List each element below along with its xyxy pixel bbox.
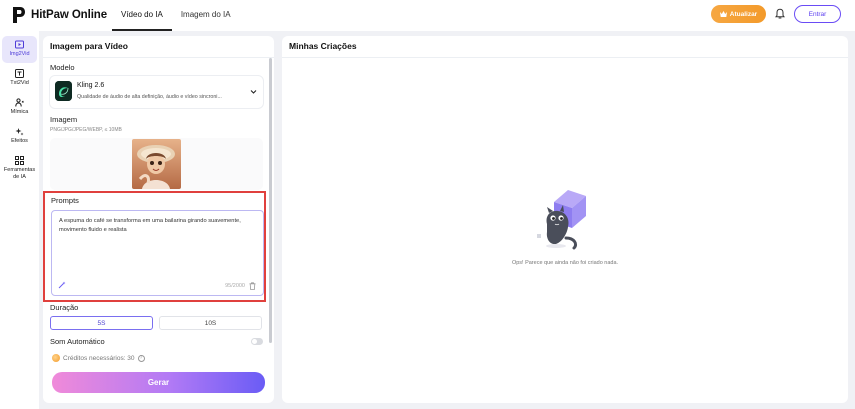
model-selector[interactable]: Kling 2.6 Qualidade de áudio de alta def… xyxy=(50,76,263,108)
auto-sound-toggle[interactable] xyxy=(251,338,263,345)
duration-label: Duração xyxy=(50,303,79,312)
sidebar-item-label: Txt2Vid xyxy=(10,80,29,86)
empty-cat-box-illustration xyxy=(537,190,586,250)
sidebar-item-ferramentas[interactable]: Ferramentas de IA xyxy=(2,156,37,181)
crown-icon xyxy=(719,11,727,17)
divider xyxy=(282,57,848,58)
generate-button[interactable]: Gerar xyxy=(52,372,265,393)
sidebar-item-label: Img2Vid xyxy=(9,51,30,57)
sidebar-item-efeitos[interactable]: Efeitos xyxy=(2,127,37,144)
image-to-video-panel: Imagem para Vídeo Modelo Kling 2.6 Quali… xyxy=(43,36,274,403)
sidebar-item-txt2vid[interactable]: Txt2Vid xyxy=(2,69,37,86)
panel-title: Minhas Criações xyxy=(289,41,357,51)
sidebar-item-mimica[interactable]: Mímica xyxy=(2,98,37,115)
chevron-down-icon[interactable] xyxy=(250,88,257,95)
sidebar: Img2Vid Txt2Vid Mímica Efeitos Ferrament… xyxy=(0,31,39,409)
panel-title: Imagem para Vídeo xyxy=(50,41,128,51)
text-video-icon xyxy=(15,69,24,78)
model-name: Kling 2.6 xyxy=(77,82,105,89)
tab-imagem-ia[interactable]: Imagem do IA xyxy=(172,0,240,31)
coin-icon xyxy=(52,354,60,362)
credits-info: Créditos necessários: 30 ? xyxy=(52,354,145,362)
prompt-text[interactable]: A espuma do café se transforma em uma ba… xyxy=(59,217,255,235)
kling-logo-icon xyxy=(55,81,72,101)
prompts-section: Prompts A espuma do café se transforma e… xyxy=(43,191,266,302)
grid-tools-icon xyxy=(15,156,24,165)
sidebar-item-label: Ferramentas de IA xyxy=(3,167,36,180)
app-name: HitPaw Online xyxy=(31,9,108,21)
model-description: Qualidade de áudio de alta definição, áu… xyxy=(77,94,222,100)
upgrade-button[interactable]: Atualizar xyxy=(711,5,766,23)
auto-sound-label: Som Automático xyxy=(50,337,105,346)
top-header: HitPaw Online Vídeo do IA Imagem do IA A… xyxy=(0,0,855,31)
hitpaw-logo-icon xyxy=(13,7,25,23)
sidebar-item-label: Efeitos xyxy=(11,138,28,144)
upgrade-label: Atualizar xyxy=(729,10,758,18)
help-icon[interactable]: ? xyxy=(137,354,145,362)
uploaded-image xyxy=(132,139,181,189)
sidebar-item-img2vid[interactable]: Img2Vid xyxy=(2,36,37,63)
tab-video-ia[interactable]: Vídeo do IA xyxy=(112,0,172,31)
empty-state-message: Ops! Parece que ainda não foi criado nad… xyxy=(511,260,619,266)
person-icon xyxy=(15,98,24,107)
image-format-hint: PNG/JPG/JPEG/WEBP, ≤ 10MB xyxy=(50,127,122,133)
divider xyxy=(43,57,274,58)
my-creations-panel: Minhas Criações Ops! Parece que ainda nã… xyxy=(282,36,848,403)
bell-icon[interactable] xyxy=(774,8,786,20)
image-video-icon xyxy=(15,40,24,49)
prompt-char-count: 95/2000 xyxy=(225,283,245,289)
duration-10s-button[interactable]: 10S xyxy=(159,316,262,330)
sparkle-icon xyxy=(15,128,24,136)
model-label: Modelo xyxy=(50,63,75,72)
credits-text: Créditos necessários: 30 xyxy=(63,354,135,362)
image-upload-area[interactable] xyxy=(50,138,263,190)
prompts-label: Prompts xyxy=(51,196,79,205)
logo[interactable]: HitPaw Online xyxy=(12,6,107,24)
prompt-textarea[interactable]: A espuma do café se transforma em uma ba… xyxy=(51,210,264,296)
image-label: Imagem xyxy=(50,115,78,124)
sidebar-item-label: Mímica xyxy=(10,109,29,115)
magic-wand-icon[interactable] xyxy=(58,281,66,289)
trash-icon[interactable] xyxy=(249,282,256,290)
login-button[interactable]: Entrar xyxy=(794,5,841,23)
duration-5s-button[interactable]: 5S xyxy=(50,316,153,330)
top-nav: Vídeo do IA Imagem do IA xyxy=(112,0,240,31)
scrollbar[interactable] xyxy=(269,58,272,343)
